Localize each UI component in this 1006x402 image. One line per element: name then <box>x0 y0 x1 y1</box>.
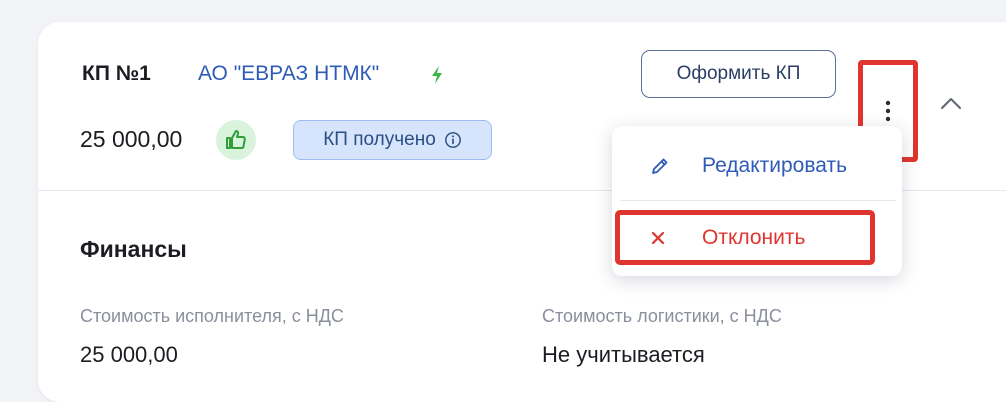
pencil-icon <box>652 158 668 174</box>
menu-item-edit[interactable]: Редактировать <box>650 148 890 184</box>
bolt-icon <box>432 66 442 84</box>
thumbs-up-icon <box>216 120 256 160</box>
company-link[interactable]: АО "ЕВРАЗ НТМК" <box>198 62 379 86</box>
status-label: КП получено <box>323 129 436 150</box>
create-offer-button[interactable]: Оформить КП <box>641 50 836 98</box>
menu-item-reject-label: Отклонить <box>702 225 806 249</box>
kp-number: КП №1 <box>82 62 151 85</box>
logistics-cost-value: Не учитывается <box>542 342 705 367</box>
logistics-cost-label: Стоимость логистики, с НДС <box>542 306 782 326</box>
price-value: 25 000,00 <box>80 126 183 152</box>
more-vertical-icon <box>885 100 891 122</box>
menu-item-reject[interactable]: Отклонить <box>615 210 875 265</box>
menu-divider <box>620 200 896 201</box>
section-title-finances: Финансы <box>80 236 187 262</box>
status-badge: КП получено <box>293 120 492 160</box>
menu-item-edit-label: Редактировать <box>702 154 848 177</box>
close-icon <box>651 231 665 244</box>
chevron-up-icon[interactable] <box>940 96 962 110</box>
info-icon[interactable] <box>444 131 462 149</box>
executor-cost-value: 25 000,00 <box>80 342 178 367</box>
executor-cost-label: Стоимость исполнителя, с НДС <box>80 306 344 326</box>
